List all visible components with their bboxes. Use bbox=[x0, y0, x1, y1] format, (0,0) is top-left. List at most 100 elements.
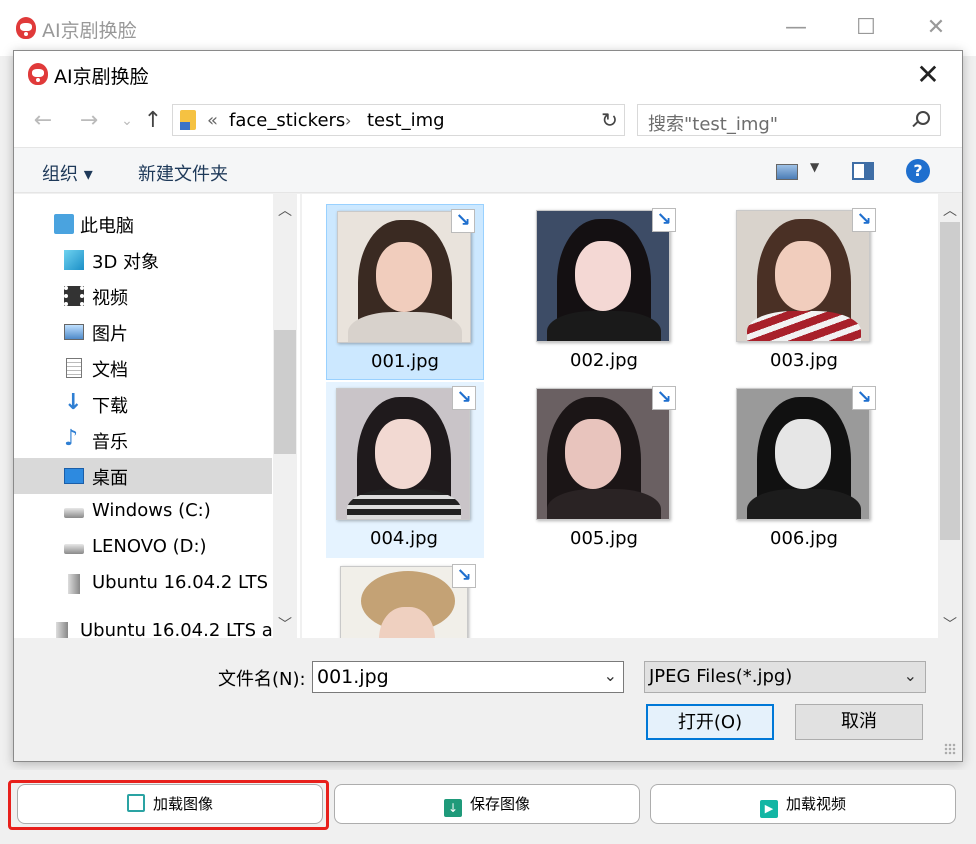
nav-item-videos[interactable]: 视频 bbox=[14, 278, 272, 314]
thumbnail-face bbox=[565, 419, 621, 489]
nav-item-label: 音乐 bbox=[92, 432, 128, 453]
thumbnail-body bbox=[747, 311, 861, 341]
shortcut-arrow-icon: ↘ bbox=[652, 386, 676, 410]
resize-grip-icon[interactable] bbox=[944, 743, 956, 755]
nav-item-label: 下载 bbox=[92, 396, 128, 417]
search-input[interactable]: 搜索"test_img" bbox=[637, 104, 941, 136]
scroll-up-icon[interactable]: ︿ bbox=[273, 200, 297, 220]
image-thumbnail bbox=[736, 388, 870, 520]
breadcrumb-separator-icon: › bbox=[345, 111, 352, 130]
music-icon: ♪ bbox=[64, 426, 79, 451]
nav-item-label: Windows (C:) bbox=[92, 500, 211, 521]
search-icon bbox=[916, 111, 930, 125]
file-tile-005[interactable]: ↘ 005.jpg bbox=[526, 382, 684, 558]
cancel-button[interactable]: 取消 bbox=[795, 704, 923, 740]
thumbnail-body bbox=[547, 489, 661, 519]
breadcrumb-segment[interactable]: test_img bbox=[367, 110, 445, 131]
image-thumbnail bbox=[536, 210, 670, 342]
maximize-button[interactable]: ☐ bbox=[846, 10, 886, 46]
drive-icon bbox=[64, 508, 84, 518]
save-image-label: 保存图像 bbox=[469, 795, 530, 813]
navigation-bar: ← → ⌄ ↑ « face_stickers › test_img ⌄ ↻ 搜… bbox=[14, 97, 962, 147]
filename-input[interactable]: 001.jpg ⌄ bbox=[312, 661, 624, 693]
file-scrollbar[interactable]: ︿ ﹀ bbox=[938, 194, 962, 638]
nav-item-ubuntu-drive[interactable]: Ubuntu 16.04.2 LTS a bbox=[14, 566, 285, 602]
file-scroll-thumb[interactable] bbox=[940, 222, 960, 540]
load-video-button[interactable]: ▶ 加载视频 bbox=[650, 784, 956, 824]
forward-arrow-icon[interactable]: → bbox=[76, 107, 102, 135]
file-tile-007[interactable]: ↘ bbox=[326, 560, 484, 638]
back-arrow-icon[interactable]: ← bbox=[30, 107, 56, 135]
scroll-down-icon[interactable]: ﹀ bbox=[938, 614, 962, 634]
main-window-title: AI京剧换脸 bbox=[42, 20, 137, 42]
nav-scroll-thumb[interactable] bbox=[274, 330, 296, 454]
filetype-dropdown-icon[interactable]: ⌄ bbox=[904, 666, 917, 685]
minimize-button[interactable]: — bbox=[776, 10, 816, 46]
nav-item-3d-objects[interactable]: 3D 对象 bbox=[14, 242, 272, 278]
nav-item-this-pc[interactable]: 此电脑 bbox=[14, 206, 272, 242]
dialog-close-button[interactable]: ✕ bbox=[908, 55, 948, 95]
nav-item-label: LENOVO (D:) bbox=[92, 536, 207, 557]
view-options-icon[interactable] bbox=[776, 164, 798, 180]
file-list-pane: ↘ 001.jpg ↘ 002.jpg ↘ 003.jpg ↘ 004.jpg … bbox=[302, 194, 962, 638]
shortcut-arrow-icon: ↘ bbox=[452, 564, 476, 588]
document-icon bbox=[66, 358, 82, 378]
view-dropdown-icon[interactable]: ▼ bbox=[810, 160, 819, 174]
refresh-button[interactable]: ↻ bbox=[595, 104, 625, 136]
file-tile-003[interactable]: ↘ 003.jpg bbox=[726, 204, 884, 380]
nav-item-downloads[interactable]: ↓ 下载 bbox=[14, 386, 272, 422]
nav-item-music[interactable]: ♪ 音乐 bbox=[14, 422, 272, 458]
load-video-label: 加载视频 bbox=[785, 795, 846, 813]
open-button[interactable]: 打开(O) bbox=[646, 704, 774, 740]
new-folder-button[interactable]: 新建文件夹 bbox=[138, 160, 228, 186]
command-bar: 组织 ▾ 新建文件夹 ▼ ? bbox=[14, 147, 962, 193]
address-bar[interactable]: « face_stickers › test_img ⌄ bbox=[172, 104, 622, 136]
save-image-button[interactable]: ↓ 保存图像 bbox=[334, 784, 640, 824]
thumbnail-face bbox=[376, 242, 432, 312]
scroll-up-icon[interactable]: ︿ bbox=[938, 200, 962, 220]
shortcut-arrow-icon: ↘ bbox=[852, 386, 876, 410]
filename-dropdown-icon[interactable]: ⌄ bbox=[604, 666, 617, 685]
file-name: 005.jpg bbox=[570, 528, 638, 549]
shortcut-arrow-icon: ↘ bbox=[452, 386, 476, 410]
help-icon[interactable]: ? bbox=[906, 159, 930, 183]
nav-item-drive-c[interactable]: Windows (C:) bbox=[14, 494, 272, 530]
organize-menu[interactable]: 组织 ▾ bbox=[42, 160, 93, 186]
nav-item-drive-d[interactable]: LENOVO (D:) bbox=[14, 530, 272, 566]
file-tile-006[interactable]: ↘ 006.jpg bbox=[726, 382, 884, 558]
nav-item-pictures[interactable]: 图片 bbox=[14, 314, 272, 350]
shortcut-arrow-icon: ↘ bbox=[451, 209, 475, 233]
nav-item-ubuntu-drive-2[interactable]: Ubuntu 16.04.2 LTS am bbox=[14, 614, 290, 638]
breadcrumb-segment[interactable]: face_stickers bbox=[229, 110, 345, 131]
search-placeholder: 搜索"test_img" bbox=[648, 114, 779, 135]
nav-item-desktop[interactable]: 桌面 bbox=[14, 458, 272, 494]
up-arrow-icon[interactable]: ↑ bbox=[140, 107, 166, 135]
shortcut-arrow-icon: ↘ bbox=[652, 208, 676, 232]
nav-item-documents[interactable]: 文档 bbox=[14, 350, 272, 386]
file-name: 003.jpg bbox=[770, 350, 838, 371]
file-tile-004[interactable]: ↘ 004.jpg bbox=[326, 382, 484, 558]
video-icon bbox=[64, 286, 84, 306]
recent-locations-chevron-icon[interactable]: ⌄ bbox=[114, 107, 140, 135]
close-main-button[interactable]: ✕ bbox=[916, 10, 956, 46]
address-overflow[interactable]: « bbox=[207, 110, 218, 131]
file-tile-002[interactable]: ↘ 002.jpg bbox=[526, 204, 684, 380]
file-tile-001[interactable]: ↘ 001.jpg bbox=[326, 204, 484, 380]
scroll-down-icon[interactable]: ﹀ bbox=[273, 614, 297, 634]
nav-item-label: 图片 bbox=[92, 324, 128, 345]
thumbnail-body bbox=[547, 311, 661, 341]
dialog-title: AI京剧换脸 bbox=[54, 66, 149, 88]
dialog-title-bar: AI京剧换脸 ✕ bbox=[14, 51, 962, 97]
pictures-icon bbox=[64, 324, 84, 340]
preview-pane-icon[interactable] bbox=[852, 162, 874, 180]
computer-icon bbox=[54, 214, 74, 234]
file-name: 002.jpg bbox=[570, 350, 638, 371]
filetype-select[interactable]: JPEG Files(*.jpg) ⌄ bbox=[644, 661, 926, 693]
image-thumbnail bbox=[736, 210, 870, 342]
drive-icon bbox=[64, 544, 84, 554]
filename-value[interactable]: 001.jpg bbox=[317, 666, 389, 688]
image-thumbnail bbox=[340, 566, 468, 638]
navigation-pane: 此电脑 3D 对象 视频 图片 文档 ↓ 下载 ♪ 音乐 桌面 Windows … bbox=[14, 194, 300, 638]
nav-item-label: 视频 bbox=[92, 288, 128, 309]
nav-scrollbar[interactable]: ︿ ﹀ bbox=[273, 194, 297, 638]
